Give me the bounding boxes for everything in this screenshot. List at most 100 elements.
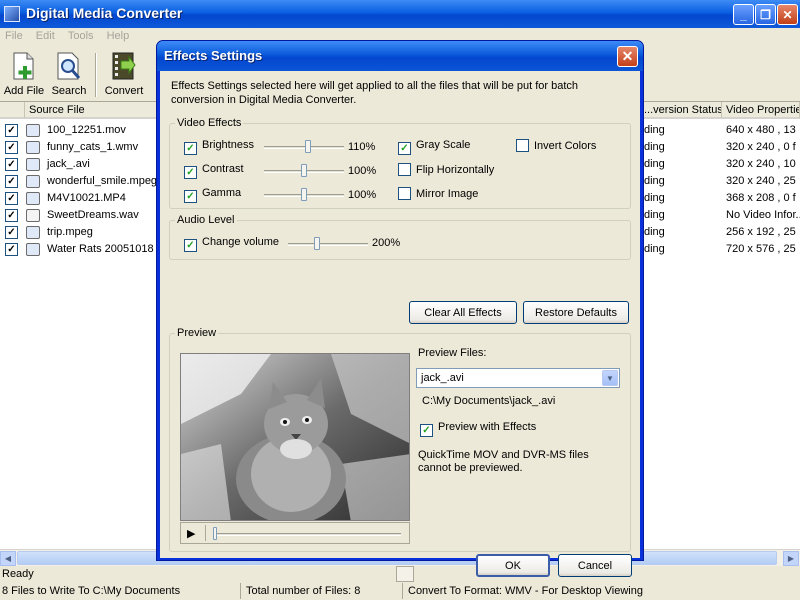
file-properties: 256 x 192 , 25 [726,226,796,238]
file-checkbox[interactable]: ✓ [5,124,18,137]
ok-button[interactable]: OK [476,554,550,577]
file-properties: 640 x 480 , 13 [726,124,796,136]
status-icon [396,566,414,582]
brightness-label: Brightness [202,139,254,151]
effects-settings-dialog: Effects Settings ✕ Effects Settings sele… [156,40,644,577]
mirror-image-checkbox[interactable]: Mirror Image [398,187,478,200]
column-header-video-properties[interactable]: Video Propertie... [722,102,800,119]
gray-scale-checkbox[interactable]: ✓ Gray Scale [398,139,470,155]
video-file-icon [26,192,40,205]
contrast-label: Contrast [202,163,244,175]
file-properties: No Video Infor... [726,209,800,221]
menu-help[interactable]: Help [102,28,135,44]
preview-files-label: Preview Files: [418,347,487,359]
invert-colors-label: Invert Colors [534,140,597,152]
toolbar-separator [95,53,97,97]
video-file-icon [26,226,40,239]
volume-slider[interactable] [288,237,368,251]
clear-all-effects-button[interactable]: Clear All Effects [409,301,517,324]
seek-thumb[interactable] [213,527,217,540]
invert-colors-checkbox[interactable]: Invert Colors [516,139,596,152]
file-status: ding [644,158,665,170]
file-checkbox[interactable]: ✓ [5,158,18,171]
file-status: ding [644,243,665,255]
video-file-icon [26,124,40,137]
status-convert-format: Convert To Format: WMV - For Desktop Vie… [408,585,643,597]
menu-edit[interactable]: Edit [31,28,60,44]
file-properties: 320 x 240 , 0 f [726,141,796,153]
file-checkbox[interactable]: ✓ [5,226,18,239]
file-name: SweetDreams.wav [47,209,139,221]
convert-button[interactable]: Convert [98,51,150,97]
file-status: ding [644,192,665,204]
file-checkbox[interactable]: ✓ [5,243,18,256]
slider-thumb[interactable] [314,237,320,250]
scroll-right-icon[interactable]: ▶ [783,551,799,566]
contrast-checkbox[interactable]: ✓ Contrast [184,163,244,179]
dialog-titlebar: Effects Settings ✕ [157,41,643,71]
dialog-title: Effects Settings [164,48,263,63]
file-name: funny_cats_1.wmv [47,141,139,153]
video-file-icon [26,141,40,154]
gamma-checkbox[interactable]: ✓ Gamma [184,187,241,203]
checkmark-icon: ✓ [184,190,197,203]
file-checkbox[interactable]: ✓ [5,192,18,205]
menu-tools[interactable]: Tools [63,28,99,44]
file-properties: 320 x 240 , 25 [726,175,796,187]
slider-thumb[interactable] [301,188,307,201]
file-checkbox[interactable]: ✓ [5,141,18,154]
gamma-slider[interactable] [264,188,344,202]
restore-defaults-button[interactable]: Restore Defaults [523,301,629,324]
file-checkbox[interactable]: ✓ [5,175,18,188]
audio-file-icon [26,209,40,222]
play-icon[interactable]: ▶ [187,527,195,540]
contrast-slider[interactable] [264,164,344,178]
checkmark-icon: ✓ [184,142,197,155]
change-volume-checkbox[interactable]: ✓ Change volume [184,236,279,252]
status-total-files: Total number of Files: 8 [246,585,361,597]
menu-file[interactable]: File [0,28,28,44]
cancel-button[interactable]: Cancel [558,554,632,577]
column-header-conversion-status[interactable]: ...version Status [640,102,722,119]
gamma-label: Gamma [202,187,242,199]
search-button[interactable]: Search [45,51,93,97]
dialog-body: Effects Settings selected here will get … [160,71,640,577]
close-button[interactable]: ✕ [777,4,798,25]
maximize-button[interactable]: ❐ [755,4,776,25]
dialog-close-button[interactable]: ✕ [617,46,638,67]
file-status: ding [644,226,665,238]
slider-thumb[interactable] [301,164,307,177]
add-file-icon [10,51,38,81]
preview-file-path: C:\My Documents\jack_.avi [422,395,556,407]
convert-icon [110,51,138,81]
file-name: M4V10021.MP4 [47,192,126,204]
checkmark-icon: ✓ [420,424,433,437]
file-name: jack_.avi [47,158,90,170]
dropdown-arrow-icon[interactable]: ▼ [602,370,618,386]
flip-horizontally-checkbox[interactable]: Flip Horizontally [398,163,494,176]
status-divider [402,583,403,599]
file-name: Water Rats 20051018 [47,243,154,255]
brightness-slider[interactable] [264,140,344,154]
video-file-icon [26,243,40,256]
mirror-image-label: Mirror Image [416,188,479,200]
add-file-button[interactable]: Add File [0,51,48,97]
preview-video-frame [180,353,410,521]
file-name: wonderful_smile.mpeg [47,175,158,187]
brightness-checkbox[interactable]: ✓ Brightness [184,139,254,155]
scroll-left-icon[interactable]: ◀ [0,551,16,566]
audio-level-group: Audio Level ✓ Change volume 200% [169,214,631,260]
main-window-title: Digital Media Converter [26,5,183,21]
file-status: ding [644,209,665,221]
file-properties: 720 x 576 , 25 [726,243,796,255]
column-header-check[interactable] [0,102,25,119]
checkmark-icon: ✓ [398,142,411,155]
slider-thumb[interactable] [305,140,311,153]
preview-files-dropdown[interactable]: jack_.avi ▼ [416,368,620,388]
video-file-icon [26,158,40,171]
preview-seek-slider[interactable] [213,527,401,541]
file-checkbox[interactable]: ✓ [5,209,18,222]
status-files-to-write: 8 Files to Write To C:\My Documents [2,585,181,597]
minimize-button[interactable]: _ [733,4,754,25]
preview-with-effects-checkbox[interactable]: ✓ Preview with Effects [420,421,536,437]
